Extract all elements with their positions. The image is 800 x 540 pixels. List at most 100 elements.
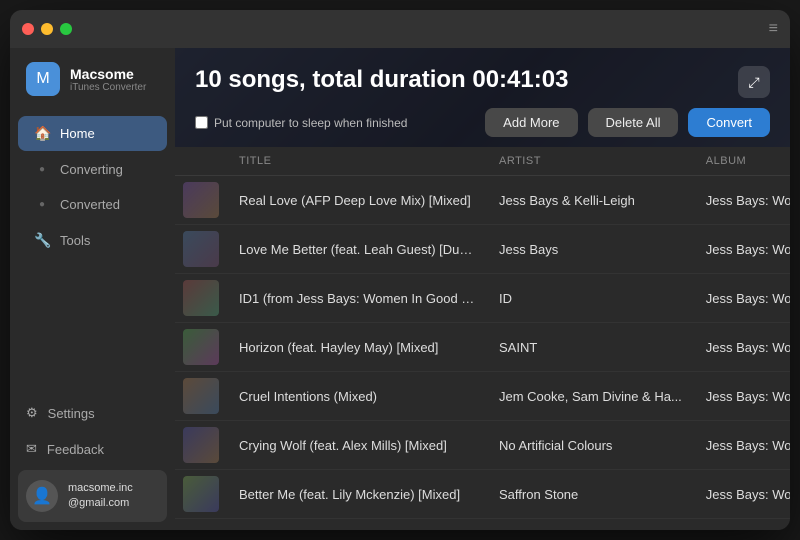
track-album: Jess Bays: Wom... [694, 176, 790, 225]
track-thumb-cell [175, 323, 227, 372]
close-button[interactable] [22, 23, 34, 35]
table-row[interactable]: Love Me Better (feat. Leah Guest) [Dub M… [175, 225, 790, 274]
delete-all-button[interactable]: Delete All [588, 108, 679, 137]
track-album: Jess Bays: Wom... [694, 421, 790, 470]
track-list: TITLE ARTIST ALBUM DURATION Real Love (A… [175, 147, 790, 530]
converting-icon: ● [34, 164, 50, 175]
thumbnail-art [183, 329, 219, 365]
app-window: ≡ M Macsome iTunes Converter 🏠 Home ● Co… [10, 10, 790, 530]
titlebar: ≡ [10, 10, 790, 48]
track-album: Jess Bays: Wom... [694, 274, 790, 323]
thumbnail-art [183, 182, 219, 218]
sidebar-label-tools: Tools [60, 233, 90, 248]
brand-text: Macsome iTunes Converter [70, 66, 146, 93]
track-thumb-cell [175, 421, 227, 470]
table-header-row: TITLE ARTIST ALBUM DURATION [175, 147, 790, 176]
convert-button[interactable]: Convert [688, 108, 770, 137]
sidebar-item-converting[interactable]: ● Converting [18, 153, 167, 186]
app-body: M Macsome iTunes Converter 🏠 Home ● Conv… [10, 48, 790, 530]
track-thumb-cell [175, 470, 227, 519]
maximize-button[interactable] [60, 23, 72, 35]
feedback-icon: ✉ [26, 441, 37, 457]
track-artist: ID [487, 274, 694, 323]
col-header-album: ALBUM [694, 147, 790, 176]
main-header: 10 songs, total duration 00:41:03 ⤢ [175, 48, 790, 98]
sidebar-item-converted[interactable]: ● Converted [18, 188, 167, 221]
col-header-artist: ARTIST [487, 147, 694, 176]
sidebar-bottom: ⚙ Settings ✉ Feedback 👤 macsome.inc @gma… [10, 386, 175, 530]
sidebar-label-converting: Converting [60, 162, 123, 177]
track-album: Jess Bays: Wom... [694, 470, 790, 519]
sleep-checkbox-label[interactable]: Put computer to sleep when finished [195, 116, 407, 130]
avatar: 👤 [26, 480, 58, 512]
track-title: Horizon (feat. Hayley May) [Mixed] [227, 323, 487, 372]
table-row[interactable]: ID1 (from Jess Bays: Women In Good Co...… [175, 274, 790, 323]
track-thumbnail [183, 182, 219, 218]
track-title: Real Love (AFP Deep Love Mix) [Mixed] [227, 176, 487, 225]
main-content: 10 songs, total duration 00:41:03 ⤢ Put … [175, 48, 790, 530]
track-thumb-cell [175, 176, 227, 225]
sidebar-label-home: Home [60, 126, 95, 141]
sidebar-item-feedback[interactable]: ✉ Feedback [18, 432, 167, 466]
menu-icon[interactable]: ≡ [769, 20, 778, 38]
sleep-label: Put computer to sleep when finished [214, 116, 407, 130]
track-album: Jess Bays: Wom... [694, 225, 790, 274]
traffic-lights [22, 23, 72, 35]
track-table: TITLE ARTIST ALBUM DURATION Real Love (A… [175, 147, 790, 519]
track-thumbnail [183, 378, 219, 414]
track-artist: Jem Cooke, Sam Divine & Ha... [487, 372, 694, 421]
page-title: 10 songs, total duration 00:41:03 [195, 66, 568, 94]
track-artist: Saffron Stone [487, 470, 694, 519]
col-header-thumb [175, 147, 227, 176]
sidebar-item-tools[interactable]: 🔧 Tools [18, 223, 167, 258]
track-thumb-cell [175, 225, 227, 274]
track-artist: SAINT [487, 323, 694, 372]
sidebar-item-settings[interactable]: ⚙ Settings [18, 396, 167, 430]
thumbnail-art [183, 427, 219, 463]
thumbnail-art [183, 378, 219, 414]
export-button[interactable]: ⤢ [738, 66, 770, 98]
table-row[interactable]: Crying Wolf (feat. Alex Mills) [Mixed]No… [175, 421, 790, 470]
thumbnail-art [183, 476, 219, 512]
sidebar-label-converted: Converted [60, 197, 120, 212]
sidebar-item-home[interactable]: 🏠 Home [18, 116, 167, 151]
thumbnail-art [183, 280, 219, 316]
track-thumbnail [183, 231, 219, 267]
converted-icon: ● [34, 199, 50, 210]
sidebar-label-settings: Settings [48, 406, 95, 421]
track-title: Cruel Intentions (Mixed) [227, 372, 487, 421]
sleep-checkbox[interactable] [195, 116, 208, 129]
table-row[interactable]: Real Love (AFP Deep Love Mix) [Mixed]Jes… [175, 176, 790, 225]
track-title: Better Me (feat. Lily Mckenzie) [Mixed] [227, 470, 487, 519]
minimize-button[interactable] [41, 23, 53, 35]
sidebar-label-feedback: Feedback [47, 442, 104, 457]
brand-subtitle: iTunes Converter [70, 82, 146, 93]
track-artist: Jess Bays & Kelli-Leigh [487, 176, 694, 225]
main-toolbar: Put computer to sleep when finished Add … [175, 98, 790, 147]
sidebar-nav: 🏠 Home ● Converting ● Converted 🔧 Tools [10, 110, 175, 386]
table-row[interactable]: Better Me (feat. Lily Mckenzie) [Mixed]S… [175, 470, 790, 519]
track-album: Jess Bays: Wom... [694, 372, 790, 421]
table-row[interactable]: Cruel Intentions (Mixed)Jem Cooke, Sam D… [175, 372, 790, 421]
settings-icon: ⚙ [26, 405, 38, 421]
track-thumbnail [183, 329, 219, 365]
track-thumbnail [183, 427, 219, 463]
track-title: Crying Wolf (feat. Alex Mills) [Mixed] [227, 421, 487, 470]
thumbnail-art [183, 231, 219, 267]
brand-icon: M [26, 62, 60, 96]
add-more-button[interactable]: Add More [485, 108, 577, 137]
home-icon: 🏠 [34, 125, 50, 142]
tools-icon: 🔧 [34, 232, 50, 249]
sidebar: M Macsome iTunes Converter 🏠 Home ● Conv… [10, 48, 175, 530]
user-email: macsome.inc @gmail.com [68, 481, 133, 512]
table-row[interactable]: Horizon (feat. Hayley May) [Mixed]SAINTJ… [175, 323, 790, 372]
col-header-title: TITLE [227, 147, 487, 176]
track-thumb-cell [175, 274, 227, 323]
track-artist: Jess Bays [487, 225, 694, 274]
user-card[interactable]: 👤 macsome.inc @gmail.com [18, 470, 167, 522]
track-thumb-cell [175, 372, 227, 421]
brand-name: Macsome [70, 66, 146, 82]
track-title: Love Me Better (feat. Leah Guest) [Dub M… [227, 225, 487, 274]
track-thumbnail [183, 280, 219, 316]
track-thumbnail [183, 476, 219, 512]
